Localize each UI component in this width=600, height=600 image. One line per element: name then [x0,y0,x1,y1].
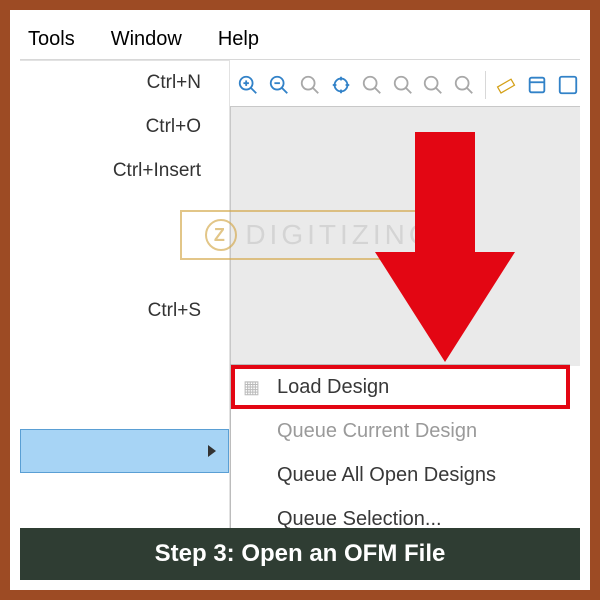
menu-item-open[interactable]: Ctrl+O [20,105,229,149]
toolbar: ▭ [230,64,580,106]
submenu-queue-all[interactable]: Queue All Open Designs [231,453,570,497]
zoom-in-icon[interactable] [236,70,261,100]
menu-item-new[interactable]: Ctrl+N [20,61,229,105]
load-submenu: ▦ Load Design Queue Current Design Queue… [230,364,570,541]
menu-item-load-parent[interactable] [20,429,229,473]
ruler-icon[interactable]: ▭ [493,70,518,100]
submenu-label: Queue Current Design [277,420,477,443]
menu-item-insert[interactable]: Ctrl+Insert [20,149,229,193]
design-file-icon: ▦ [243,377,260,398]
properties-icon[interactable] [524,70,549,100]
menu-spacer [20,193,229,289]
submenu-label: Load Design [277,376,389,399]
menu-item-save[interactable]: Ctrl+S [20,289,229,333]
tutorial-frame: Tools Window Help Ctrl+N Ctrl+O Ctrl+Ins… [0,0,600,600]
menu-spacer [20,473,229,517]
panel-icon[interactable] [555,70,580,100]
app-content: Tools Window Help Ctrl+N Ctrl+O Ctrl+Ins… [20,20,580,580]
zoom-out-icon[interactable] [267,70,292,100]
zoom-actual-icon[interactable] [359,70,384,100]
menu-spacer [20,333,229,429]
menu-tools[interactable]: Tools [20,22,93,57]
menu-help[interactable]: Help [200,22,277,57]
zoom-next-icon[interactable] [421,70,446,100]
zoom-fit-icon[interactable] [328,70,353,100]
menu-window[interactable]: Window [93,22,200,57]
design-canvas[interactable] [230,106,580,366]
zoom-prev-icon[interactable] [390,70,415,100]
submenu-queue-current: Queue Current Design [231,409,570,453]
zoom-tool-icon[interactable] [298,70,323,100]
submenu-label: Queue All Open Designs [277,464,496,487]
toolbar-separator [485,71,486,99]
submenu-load-design[interactable]: ▦ Load Design [231,365,570,409]
menubar: Tools Window Help [20,20,580,60]
file-menu-dropdown: Ctrl+N Ctrl+O Ctrl+Insert Ctrl+S Ctrl+P … [20,60,230,580]
step-caption: Step 3: Open an OFM File [20,528,580,580]
caption-text: Step 3: Open an OFM File [155,540,446,568]
zoom-sel-icon[interactable] [452,70,477,100]
